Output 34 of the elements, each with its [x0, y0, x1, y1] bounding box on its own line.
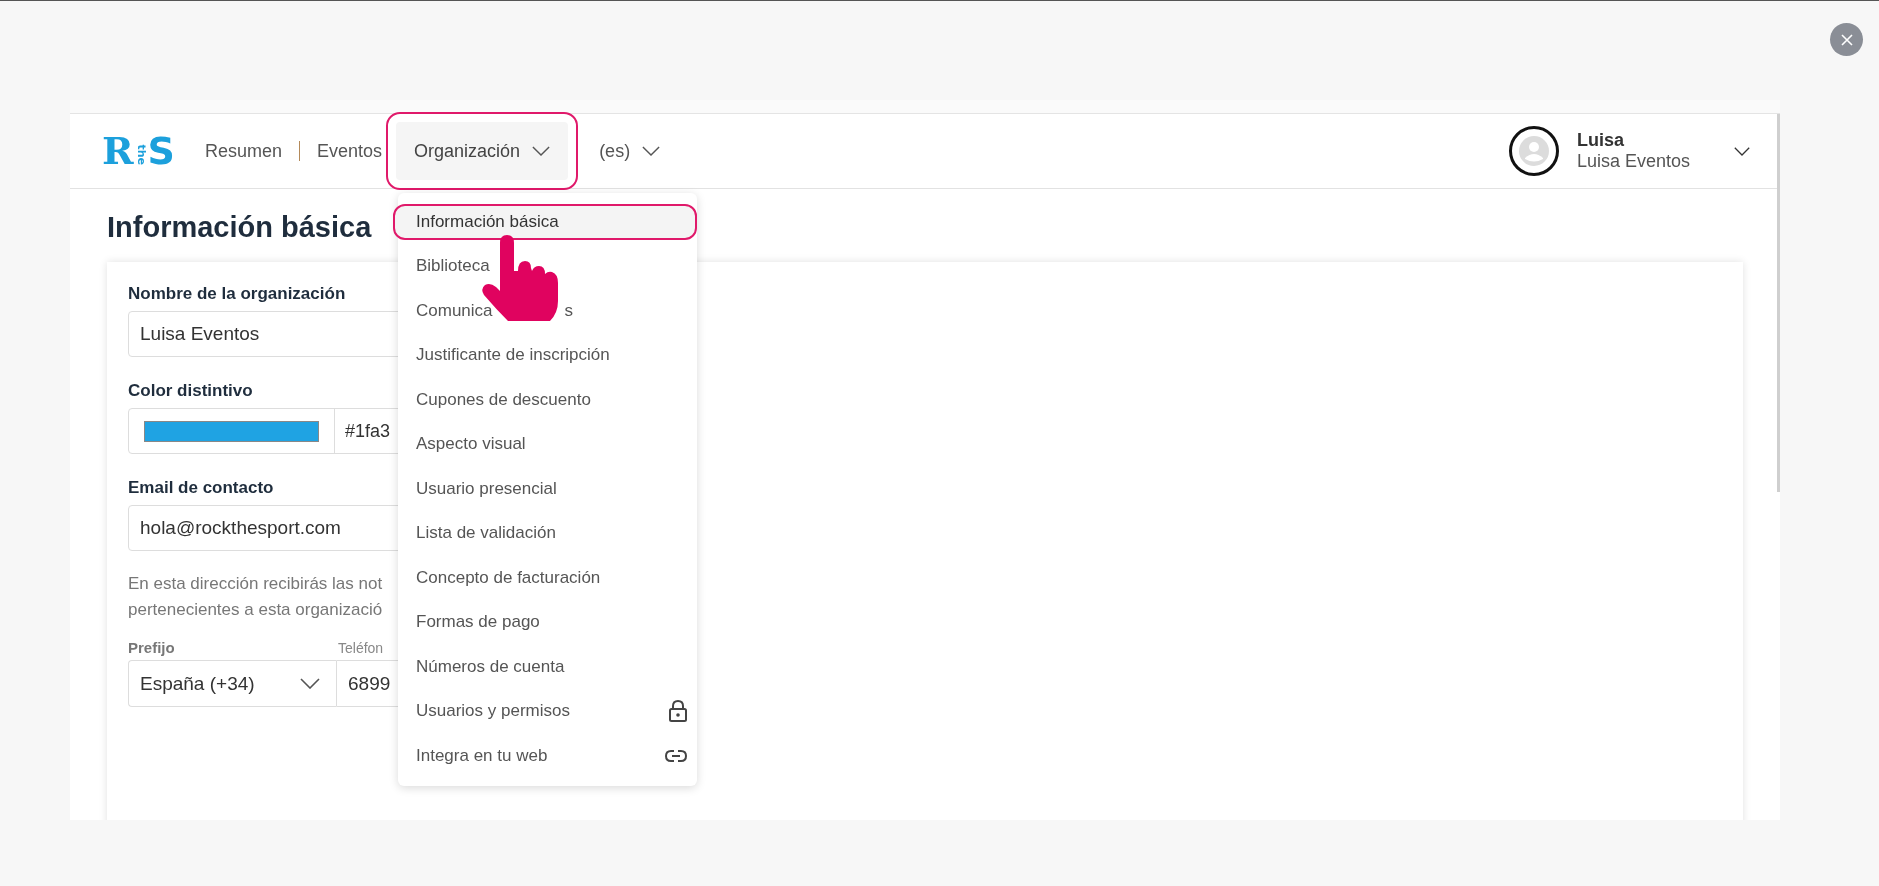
field-label: Color distintivo	[128, 381, 253, 401]
color-hex-value: #1fa3	[345, 420, 391, 442]
menu-item[interactable]: Números de cuenta	[398, 644, 697, 689]
nav-link[interactable]: Resumen	[204, 140, 282, 162]
link-icon	[665, 749, 687, 762]
menu-item[interactable]: Integra en tu web	[398, 733, 697, 778]
nav-link[interactable]: Eventos	[317, 140, 383, 162]
color-swatch[interactable]	[144, 420, 319, 442]
menu-item[interactable]: Biblioteca	[398, 244, 697, 289]
nav-dropdown[interactable]: Organización	[396, 122, 569, 180]
nav-dropdown[interactable]: (es)	[581, 121, 679, 181]
field-label: Prefijo	[128, 639, 176, 656]
close-button[interactable]	[1830, 23, 1863, 56]
user-name: Luisa	[1576, 130, 1625, 151]
help-text: pertenecientes a esta organizació	[128, 599, 383, 621]
user-organization: Luisa Eventos	[1576, 151, 1690, 172]
menu-item[interactable]: Información básica	[393, 204, 697, 240]
help-text: En esta dirección recibirás las not	[128, 573, 383, 595]
lock-icon	[669, 700, 687, 723]
field-label: Nombre de la organización	[128, 284, 346, 304]
prefix-select[interactable]: España (+34)	[128, 660, 336, 707]
avatar-icon	[1508, 126, 1559, 176]
chevron-down-icon	[300, 678, 320, 689]
chevron-down-icon	[532, 146, 551, 156]
chevron-down-icon	[642, 146, 661, 156]
scrollbar[interactable]	[1777, 114, 1780, 492]
close-icon	[1840, 33, 1853, 46]
page-title: Información básica	[107, 211, 372, 244]
field-label: Email de contacto	[128, 478, 274, 498]
menu-item[interactable]: Concepto de facturación	[398, 555, 697, 600]
menu-item[interactable]: Formas de pago	[398, 600, 697, 645]
chevron-down-icon	[1734, 147, 1750, 156]
menu-item[interactable]: Usuarios y permisos	[398, 689, 697, 734]
field-label: Teléfon	[338, 640, 384, 656]
